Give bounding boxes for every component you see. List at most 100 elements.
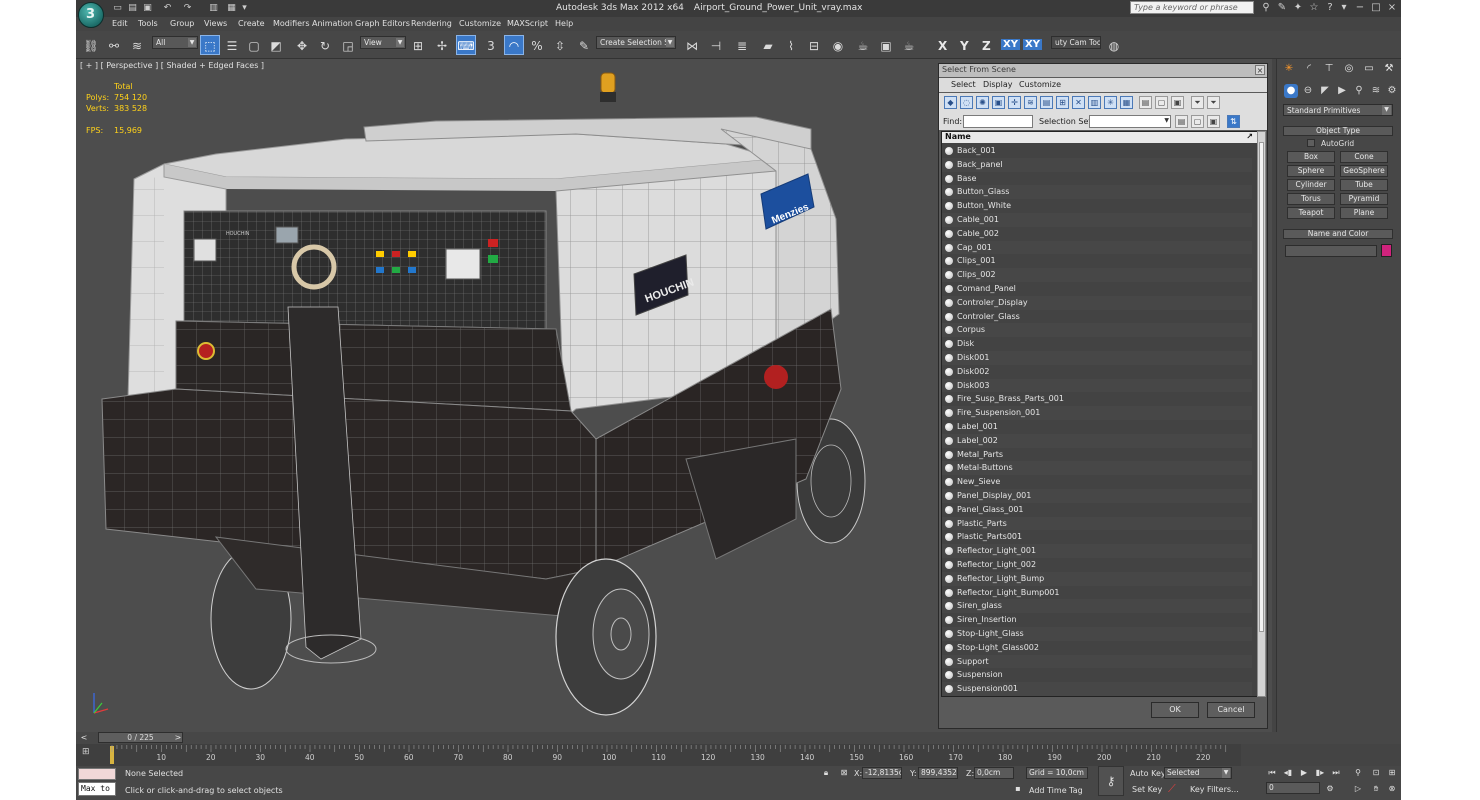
plane-button[interactable]: Plane <box>1340 207 1388 219</box>
object-list-scrollbar[interactable] <box>1257 131 1266 697</box>
window-crossing-icon[interactable]: ◩ <box>266 35 286 55</box>
list-item[interactable]: Disk <box>942 337 1252 351</box>
close-icon[interactable]: × <box>1386 2 1398 14</box>
help-dropdown-icon[interactable]: ▾ <box>1338 2 1350 14</box>
list-item[interactable]: Clips_002 <box>942 268 1252 282</box>
geometry-category-icon[interactable]: ● <box>1284 84 1298 98</box>
list-item[interactable]: Suspension <box>942 668 1252 682</box>
dialog-menu-select[interactable]: Select <box>951 80 976 89</box>
scrollbar-thumb[interactable] <box>1259 142 1264 632</box>
move-icon[interactable]: ✥ <box>292 35 312 55</box>
menu-rendering[interactable]: Rendering <box>411 19 452 28</box>
list-item[interactable]: Cap_001 <box>942 240 1252 255</box>
list-item[interactable]: Back_001 <box>942 144 1252 158</box>
list-item[interactable]: Stop-Light_Glass <box>942 627 1252 641</box>
zoom-icon[interactable]: ⚲ <box>1352 767 1364 779</box>
display-none-icon[interactable]: ▢ <box>1155 96 1168 109</box>
list-item[interactable]: Reflector_Light_Bump001 <box>942 586 1252 600</box>
edit-named-selection-icon[interactable]: ✎ <box>574 35 594 55</box>
ok-button[interactable]: OK <box>1151 702 1199 718</box>
align-icon[interactable]: ⊣ <box>706 35 726 55</box>
y-coord-field[interactable]: 899,4352cr <box>918 767 958 779</box>
find-input[interactable] <box>963 115 1033 128</box>
bind-space-warp-icon[interactable]: ≋ <box>127 35 147 55</box>
list-item[interactable]: Label_001 <box>942 420 1252 434</box>
camera-tool-icon[interactable]: ◍ <box>1104 35 1124 55</box>
transform-mode-icon[interactable]: ⊠ <box>838 767 850 779</box>
key-filters-button[interactable]: Key Filters... <box>1190 785 1239 794</box>
display-containers-icon[interactable]: ▥ <box>1088 96 1101 109</box>
sphere-button[interactable]: Sphere <box>1287 165 1335 177</box>
current-frame-field[interactable]: 0 <box>1266 782 1320 794</box>
set-key-button[interactable]: Set Key <box>1132 785 1162 794</box>
list-item[interactable]: Support <box>942 654 1252 669</box>
render-production-icon[interactable]: ☕ <box>899 35 919 55</box>
utilities-tab-icon[interactable]: ⚒ <box>1382 62 1396 76</box>
display-xrefs-icon[interactable]: ⊞ <box>1056 96 1069 109</box>
next-frame-icon[interactable]: ▮▸ <box>1314 767 1326 779</box>
restrict-y-button[interactable]: Y <box>960 39 969 53</box>
graphite-modeling-icon[interactable]: ▰ <box>758 35 778 55</box>
menu-modifiers[interactable]: Modifiers <box>273 19 310 28</box>
curve-editor-icon[interactable]: ⌇ <box>781 35 801 55</box>
display-groups-icon[interactable]: ▤ <box>1040 96 1053 109</box>
communication-icon[interactable]: ✦ <box>1292 2 1304 14</box>
display-invert-icon[interactable]: ▣ <box>1171 96 1184 109</box>
systems-category-icon[interactable]: ⚙ <box>1385 84 1399 98</box>
sync-selection-icon[interactable]: ⇅ <box>1227 115 1240 128</box>
list-item[interactable]: Disk002 <box>942 365 1252 379</box>
display-bones-icon[interactable]: ✕ <box>1072 96 1085 109</box>
material-editor-icon[interactable]: ◉ <box>828 35 848 55</box>
list-item[interactable]: Reflector_Light_002 <box>942 558 1252 572</box>
track-bar[interactable]: ⊞ 10 20 30 40 50 60 70 80 90 100 110 120 130 140 150 16… <box>76 744 1241 766</box>
time-configuration-icon[interactable]: ⚙ <box>1324 783 1336 795</box>
select-link-icon[interactable]: ⛓ <box>81 35 101 55</box>
display-shapes-icon[interactable]: ◌ <box>960 96 973 109</box>
utility-tool-dropdown[interactable]: uty Cam Tool v <box>1051 36 1101 49</box>
menu-graph-editors[interactable]: Graph Editors <box>355 19 410 28</box>
project-folder-icon[interactable]: ▦ <box>226 3 237 13</box>
object-type-rollout[interactable]: Object Type <box>1283 126 1393 136</box>
display-hidden-icon[interactable]: ▦ <box>1120 96 1133 109</box>
cameras-category-icon[interactable]: ▶ <box>1335 84 1349 98</box>
render-setup-icon[interactable]: ☕ <box>853 35 873 55</box>
previous-frame-icon[interactable]: ◂▮ <box>1282 767 1294 779</box>
display-spacewarps-icon[interactable]: ≋ <box>1024 96 1037 109</box>
maxscript-listener-input[interactable]: Max to <box>78 782 116 796</box>
search-input[interactable]: Type a keyword or phrase <box>1130 1 1254 14</box>
time-slider-prev-icon[interactable]: < <box>78 732 90 744</box>
create-tab-icon[interactable]: ✳ <box>1282 62 1296 76</box>
spinner-snap-icon[interactable]: ⇳ <box>550 35 570 55</box>
list-item[interactable]: Fire_Susp_Brass_Parts_001 <box>942 392 1252 406</box>
rotate-icon[interactable]: ↻ <box>315 35 335 55</box>
selection-lock-icon[interactable]: 🔒︎ <box>820 767 832 779</box>
object-name-input[interactable] <box>1285 245 1377 257</box>
x-coord-field[interactable]: -12,8135cr <box>862 767 902 779</box>
time-tag-icon[interactable]: ▪ <box>1012 783 1024 795</box>
filter-icon[interactable]: ⏷ <box>1191 96 1204 109</box>
select-manipulate-icon[interactable]: ✢ <box>432 35 452 55</box>
keyboard-shortcut-override-icon[interactable]: ⌨ <box>456 35 476 55</box>
cone-button[interactable]: Cone <box>1340 151 1388 163</box>
list-item[interactable]: Cable_002 <box>942 227 1252 241</box>
pivot-center-icon[interactable]: ⊞ <box>408 35 428 55</box>
restrict-plane-cycle-button[interactable]: XY <box>1023 39 1042 50</box>
selection-set-dropdown[interactable]: ▼ <box>1089 115 1171 128</box>
quick-access-dropdown-icon[interactable]: ▾ <box>239 3 250 13</box>
display-geometry-icon[interactable]: ◆ <box>944 96 957 109</box>
display-lights-icon[interactable]: ✺ <box>976 96 989 109</box>
select-none-icon[interactable]: ▢ <box>1191 115 1204 128</box>
dialog-menu-customize[interactable]: Customize <box>1019 80 1061 89</box>
field-of-view-icon[interactable]: ▷ <box>1352 783 1364 795</box>
geosphere-button[interactable]: GeoSphere <box>1340 165 1388 177</box>
angle-snap-icon[interactable]: ◠ <box>504 35 524 55</box>
list-item[interactable]: Button_Glass <box>942 185 1252 200</box>
list-item[interactable]: Siren_glass <box>942 599 1252 614</box>
list-item[interactable]: Plastic_Parts <box>942 516 1252 531</box>
restrict-xy-button[interactable]: XY <box>1001 39 1020 50</box>
list-item[interactable]: Reflector_Light_001 <box>942 544 1252 558</box>
go-to-end-icon[interactable]: ⏭ <box>1330 767 1342 779</box>
motion-tab-icon[interactable]: ◎ <box>1342 62 1356 76</box>
list-item[interactable]: Label_002 <box>942 433 1252 448</box>
object-color-swatch[interactable] <box>1381 244 1392 257</box>
